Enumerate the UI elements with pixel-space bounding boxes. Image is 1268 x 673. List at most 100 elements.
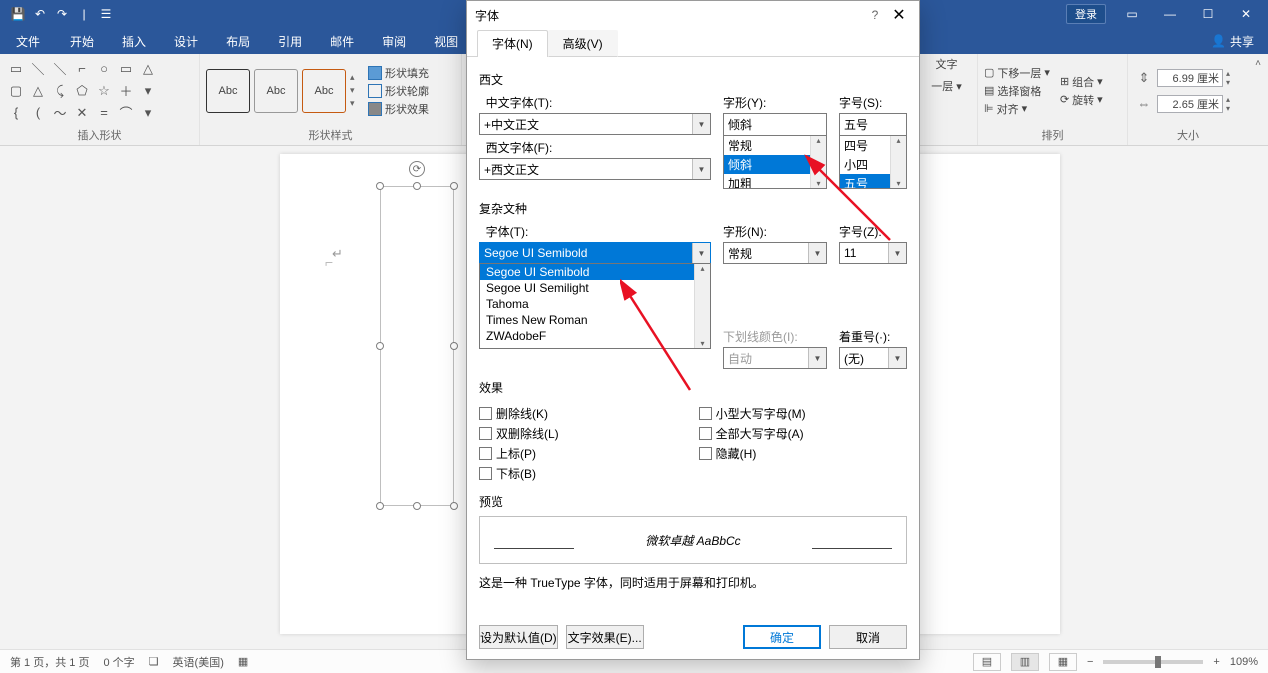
style-swatch-1[interactable]: Abc [206, 69, 250, 113]
tab-view[interactable]: 视图 [420, 28, 472, 54]
width-input[interactable]: 2.65 厘米 [1157, 95, 1223, 113]
checkbox-dstrike[interactable]: 双删除线(L) [479, 425, 559, 442]
collapse-ribbon-icon[interactable]: ˄ [1248, 54, 1268, 145]
login-button[interactable]: 登录 [1066, 4, 1106, 24]
touch-mode-icon[interactable]: ☰ [96, 4, 116, 24]
undo-icon[interactable]: ↶ [30, 4, 50, 24]
complex-style-combo[interactable]: 常规▼ [723, 242, 827, 264]
resize-handle[interactable] [376, 502, 384, 510]
selection-pane-button[interactable]: ▤ 选择窗格 [984, 83, 1050, 99]
spell-check-icon[interactable]: ❏ [149, 655, 159, 668]
resize-handle[interactable] [450, 182, 458, 190]
tab-design[interactable]: 设计 [160, 28, 212, 54]
height-input[interactable]: 6.99 厘米 [1157, 69, 1223, 87]
zoom-slider[interactable] [1103, 660, 1203, 664]
zoom-out-icon[interactable]: − [1087, 656, 1093, 668]
spin-down-icon[interactable]: ▾ [1226, 104, 1230, 113]
chevron-down-icon[interactable]: ▼ [692, 243, 710, 263]
spin-up-icon[interactable]: ▴ [1226, 69, 1230, 78]
shape-fill-button[interactable]: 形状填充 [368, 65, 429, 81]
share-button[interactable]: 👤 共享 [1197, 28, 1268, 54]
text-effects-button[interactable]: 文字效果(E)... [566, 625, 644, 649]
tab-layout[interactable]: 布局 [212, 28, 264, 54]
shape-line-icon[interactable]: ＼ [28, 59, 48, 79]
resize-handle[interactable] [450, 502, 458, 510]
list-item[interactable]: ZWAdobeF [480, 328, 710, 344]
ok-button[interactable]: 确定 [743, 625, 821, 649]
help-icon[interactable]: ? [863, 8, 887, 22]
complex-font-combo[interactable]: Segoe UI Semibold▼ [479, 242, 711, 264]
rotate-handle-icon[interactable]: ⟳ [409, 161, 425, 177]
tab-references[interactable]: 引用 [264, 28, 316, 54]
shape-paren-icon[interactable]: ( [28, 103, 48, 123]
font-size-input[interactable]: 五号 [839, 113, 907, 135]
ribbon-options-icon[interactable]: ▭ [1114, 0, 1150, 28]
scroll-down-icon[interactable]: ▾ [700, 339, 704, 348]
shape-wave-icon[interactable]: ～ [50, 103, 70, 123]
tab-home[interactable]: 开始 [56, 28, 108, 54]
shape-eq-icon[interactable]: = [94, 103, 114, 123]
scroll-down-icon[interactable]: ▾ [896, 179, 900, 188]
resize-handle[interactable] [376, 342, 384, 350]
gallery-more-icon[interactable]: ▾ [350, 98, 364, 109]
list-item[interactable]: Tahoma [480, 296, 710, 312]
zoom-value[interactable]: 109% [1230, 656, 1258, 668]
scroll-up-icon[interactable]: ▴ [700, 264, 704, 273]
save-icon[interactable]: 💾 [8, 4, 28, 24]
western-font-combo[interactable]: +西文正文▼ [479, 158, 711, 180]
resize-handle[interactable] [450, 342, 458, 350]
cancel-button[interactable]: 取消 [829, 625, 907, 649]
checkbox-superscript[interactable]: 上标(P) [479, 445, 559, 462]
minimize-icon[interactable]: — [1152, 0, 1188, 28]
shape-arrow-icon[interactable]: △ [138, 59, 158, 79]
group-button[interactable]: ⊞ 组合 ▾ [1060, 74, 1103, 90]
font-size-listbox[interactable]: 四号 小四 五号 ▴▾ [839, 135, 907, 189]
style-swatch-2[interactable]: Abc [254, 69, 298, 113]
language-status[interactable]: 英语(美国) [173, 654, 224, 670]
shape-arc-icon[interactable]: ⌒ [116, 103, 136, 123]
complex-size-combo[interactable]: 11▼ [839, 242, 907, 264]
style-swatch-3[interactable]: Abc [302, 69, 346, 113]
tab-advanced[interactable]: 高级(V) [548, 30, 618, 57]
send-backward-button[interactable]: ▢ 下移一层 ▾ [984, 65, 1050, 81]
shape-gallery[interactable]: ▭＼＼⌐○▭△ ▢△⤹⬠☆＋▾ {(～✕=⌒▾ [6, 59, 158, 123]
chevron-down-icon[interactable]: ▼ [888, 243, 906, 263]
complex-font-dropdown[interactable]: Segoe UI Semibold Segoe UI Semilight Tah… [479, 263, 711, 349]
spin-up-icon[interactable]: ▴ [1226, 95, 1230, 104]
shape-curve-icon[interactable]: ⤹ [50, 81, 70, 101]
macro-icon[interactable]: ▦ [238, 655, 248, 668]
shape-brace-icon[interactable]: { [6, 103, 26, 123]
shape-line2-icon[interactable]: ＼ [50, 59, 70, 79]
tab-mailings[interactable]: 邮件 [316, 28, 368, 54]
chevron-down-icon[interactable]: ▼ [692, 114, 710, 134]
selected-shape[interactable]: ⟳ [380, 186, 454, 506]
read-mode-icon[interactable]: ▤ [973, 653, 1001, 671]
checkbox-allcaps[interactable]: 全部大写字母(A) [699, 425, 806, 442]
emphasis-combo[interactable]: (无)▼ [839, 347, 907, 369]
shape-more-icon[interactable]: ▾ [138, 81, 158, 101]
tab-review[interactable]: 审阅 [368, 28, 420, 54]
gallery-up-icon[interactable]: ▴ [350, 72, 364, 83]
shape-star-icon[interactable]: ☆ [94, 81, 114, 101]
scroll-down-icon[interactable]: ▾ [816, 179, 820, 188]
tab-file[interactable]: 文件 [0, 28, 56, 54]
align-button[interactable]: ⊫ 对齐 ▾ [984, 101, 1050, 117]
gallery-down-icon[interactable]: ▾ [350, 85, 364, 96]
set-default-button[interactable]: 设为默认值(D) [479, 625, 558, 649]
shape-effects-button[interactable]: 形状效果 [368, 101, 429, 117]
rotate-button[interactable]: ⟳ 旋转 ▾ [1060, 92, 1103, 108]
chevron-down-icon[interactable]: ▼ [888, 348, 906, 368]
shape-textbox-icon[interactable]: ▭ [6, 59, 26, 79]
web-layout-icon[interactable]: ▦ [1049, 653, 1077, 671]
maximize-icon[interactable]: ☐ [1190, 0, 1226, 28]
shape-outline-button[interactable]: 形状轮廓 [368, 83, 429, 99]
close-icon[interactable]: ✕ [1228, 0, 1264, 28]
chevron-down-icon[interactable]: ▼ [808, 243, 826, 263]
shape-connector-icon[interactable]: ⌐ [72, 59, 92, 79]
shape-poly-icon[interactable]: ⬠ [72, 81, 92, 101]
shape-roundrect-icon[interactable]: ▢ [6, 81, 26, 101]
checkbox-smallcaps[interactable]: 小型大写字母(M) [699, 405, 806, 422]
zoom-slider-thumb[interactable] [1155, 656, 1161, 668]
shape-tri-icon[interactable]: △ [28, 81, 48, 101]
shape-plus-icon[interactable]: ＋ [116, 81, 136, 101]
